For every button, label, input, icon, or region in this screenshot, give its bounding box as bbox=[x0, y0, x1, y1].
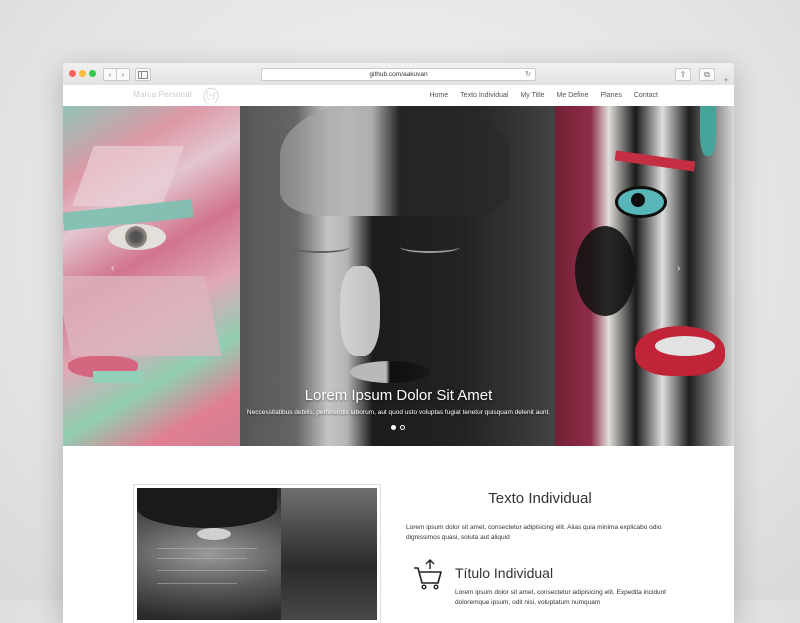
item-text: Lorem ipsum dolor sit amet, consectetur … bbox=[455, 589, 666, 606]
item-title: Título Individual bbox=[455, 565, 554, 581]
maximize-window-button[interactable] bbox=[89, 70, 96, 77]
sidebar-icon bbox=[138, 71, 148, 79]
carousel-dot-2[interactable] bbox=[400, 425, 405, 430]
chevron-left-icon: ‹ bbox=[108, 70, 112, 79]
sidebar-toggle-button[interactable] bbox=[135, 68, 151, 81]
menu-item-contact[interactable]: Contact bbox=[628, 85, 664, 106]
hero-subtitle: Neccessitatibus debilis, perferendis lab… bbox=[246, 409, 551, 416]
back-button[interactable]: ‹ bbox=[103, 68, 117, 81]
carousel-prev-icon[interactable]: ‹ bbox=[111, 263, 114, 274]
tabs-icon: ⧉ bbox=[704, 70, 710, 79]
browser-toolbar: ‹ › github.com/aakuvan ↻ ⇪ ⧉ + bbox=[63, 63, 734, 86]
portrait-photo bbox=[137, 488, 377, 620]
face-outline-icon[interactable] bbox=[199, 86, 223, 105]
portrait-photo-frame bbox=[133, 484, 381, 623]
url-text: github.com/aakuvan bbox=[369, 71, 428, 78]
show-tabs-button[interactable]: ⧉ bbox=[699, 68, 715, 81]
address-bar[interactable]: github.com/aakuvan ↻ bbox=[261, 68, 536, 81]
menu-item-texto-individual[interactable]: Texto Individual bbox=[454, 85, 514, 106]
content-section: Texto Individual Lorem ipsum dolor sit a… bbox=[63, 446, 734, 623]
site-navbar: Marca Personal Home Texto Individual My … bbox=[63, 85, 734, 107]
share-button[interactable]: ⇪ bbox=[675, 68, 691, 81]
minimize-window-button[interactable] bbox=[79, 70, 86, 77]
new-tab-button[interactable]: + bbox=[719, 76, 733, 85]
shopping-cart-icon bbox=[414, 559, 442, 590]
menu-item-my-title[interactable]: My Title bbox=[514, 85, 550, 106]
menu-item-me-define[interactable]: Me Define bbox=[551, 85, 595, 106]
share-icon: ⇪ bbox=[679, 70, 687, 79]
hero-carousel: ‹ › Lorem Ipsum Dolor Sit Amet Neccessit… bbox=[63, 106, 734, 446]
close-window-button[interactable] bbox=[69, 70, 76, 77]
brand-name[interactable]: Marca Personal bbox=[133, 89, 192, 101]
menu-item-planes[interactable]: Planes bbox=[594, 85, 627, 106]
browser-window: ‹ › github.com/aakuvan ↻ ⇪ ⧉ + Marca Per… bbox=[63, 63, 734, 623]
hero-title: Lorem Ipsum Dolor Sit Amet bbox=[304, 387, 493, 404]
menu-item-home[interactable]: Home bbox=[423, 85, 454, 106]
forward-button[interactable]: › bbox=[116, 68, 130, 81]
section-text: Lorem ipsum dolor sit amet, consectetur … bbox=[406, 524, 662, 541]
chevron-right-icon: › bbox=[121, 70, 125, 79]
carousel-dot-1[interactable] bbox=[391, 425, 396, 430]
carousel-next-icon[interactable]: › bbox=[677, 263, 680, 274]
carousel-indicators bbox=[391, 425, 405, 430]
reload-icon[interactable]: ↻ bbox=[525, 69, 531, 80]
section-title: Texto Individual bbox=[488, 490, 592, 507]
main-menu: Home Texto Individual My Title Me Define… bbox=[423, 85, 664, 106]
